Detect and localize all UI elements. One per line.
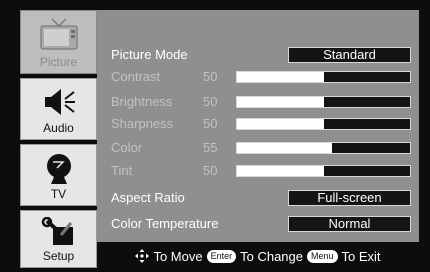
- tint-value: 50: [203, 163, 218, 178]
- sharpness-value: 50: [203, 116, 218, 131]
- contrast-slider-fill: [237, 72, 324, 82]
- exit-hint-text: To Exit: [341, 248, 381, 264]
- contrast-slider[interactable]: [236, 71, 411, 83]
- contrast-row[interactable]: Contrast 50: [111, 69, 411, 85]
- sharpness-row[interactable]: Sharpness 50: [111, 116, 411, 132]
- tab-tv-label: TV: [50, 187, 67, 201]
- aspect-ratio-row[interactable]: Aspect Ratio Full-screen: [111, 190, 411, 206]
- satellite-dish-icon: [21, 151, 96, 184]
- picture-mode-select[interactable]: Standard: [288, 47, 411, 63]
- contrast-value: 50: [203, 69, 218, 84]
- color-temperature-select[interactable]: Normal: [288, 216, 411, 232]
- brightness-row[interactable]: Brightness 50: [111, 94, 411, 110]
- tab-setup[interactable]: Setup: [20, 210, 97, 268]
- footer-hints: To Move Enter To Change Menu To Exit: [97, 244, 419, 268]
- tint-slider-fill: [237, 166, 324, 176]
- change-hint-text: To Change: [240, 248, 303, 264]
- color-row[interactable]: Color 55: [111, 140, 411, 156]
- enter-key-badge: Enter: [206, 249, 237, 263]
- menu-key-badge: Menu: [307, 249, 338, 263]
- tv-screen-icon: [21, 17, 96, 50]
- tint-slider[interactable]: [236, 165, 411, 177]
- color-temperature-label: Color Temperature: [111, 216, 219, 231]
- osd-menu: Picture Audio TV Setup Picture Mode Stan…: [0, 0, 430, 272]
- tools-icon: [21, 217, 96, 249]
- picture-mode-row[interactable]: Picture Mode Standard: [111, 47, 411, 63]
- tab-audio-label: Audio: [43, 121, 74, 135]
- brightness-value: 50: [203, 94, 218, 109]
- tab-picture[interactable]: Picture: [20, 10, 97, 74]
- brightness-label: Brightness: [111, 94, 173, 109]
- brightness-slider-fill: [237, 97, 324, 107]
- color-slider-fill: [237, 143, 333, 153]
- tint-row[interactable]: Tint 50: [111, 163, 411, 179]
- sharpness-slider-fill: [237, 119, 324, 129]
- aspect-ratio-select[interactable]: Full-screen: [288, 190, 411, 206]
- move-arrows-icon: [135, 249, 150, 263]
- contrast-label: Contrast: [111, 69, 161, 84]
- sharpness-label: Sharpness: [111, 116, 174, 131]
- picture-settings-panel: Picture Mode Standard Contrast 50 Bright…: [97, 10, 419, 242]
- tab-picture-label: Picture: [39, 55, 78, 69]
- color-label: Color: [111, 140, 143, 155]
- color-slider[interactable]: [236, 142, 411, 154]
- color-value: 55: [203, 140, 218, 155]
- tint-label: Tint: [111, 163, 133, 178]
- color-temperature-row[interactable]: Color Temperature Normal: [111, 216, 411, 232]
- move-hint-text: To Move: [153, 248, 203, 264]
- tab-tv[interactable]: TV: [20, 144, 97, 206]
- speaker-icon: [21, 85, 96, 117]
- picture-mode-label: Picture Mode: [111, 47, 188, 62]
- tab-setup-label: Setup: [42, 249, 75, 263]
- tab-audio[interactable]: Audio: [20, 78, 97, 140]
- aspect-ratio-label: Aspect Ratio: [111, 190, 185, 205]
- sharpness-slider[interactable]: [236, 118, 411, 130]
- brightness-slider[interactable]: [236, 96, 411, 108]
